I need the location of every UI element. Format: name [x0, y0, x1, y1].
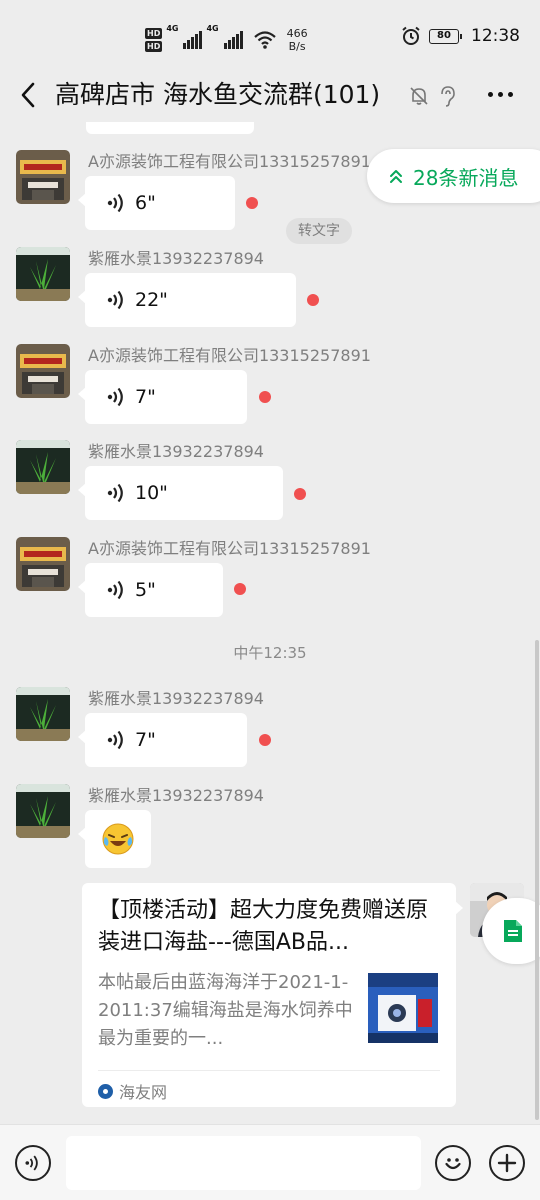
voice-wave-icon — [107, 580, 123, 600]
alarm-icon — [402, 26, 420, 45]
chat-header: 高碑店市 海水鱼交流群(101) — [0, 72, 540, 122]
chat-title: 高碑店市 海水鱼交流群(101) — [55, 80, 381, 109]
mute-bell-icon — [410, 87, 428, 105]
avatar[interactable] — [16, 687, 70, 741]
time-divider: 中午12:35 — [233, 644, 307, 662]
avatar[interactable] — [16, 784, 70, 838]
status-bar: HD HD 4G 4G 466 B/s 80 12:38 — [0, 0, 540, 76]
voice-message-bubble[interactable]: 6" — [78, 176, 235, 230]
hd-badge-1: HD — [145, 28, 163, 39]
input-bar — [0, 1124, 540, 1200]
avatar[interactable] — [16, 537, 70, 591]
signal-strength-icon-2 — [223, 31, 243, 49]
voice-wave-icon — [107, 730, 123, 750]
unread-dot — [234, 583, 246, 595]
source-name: 海友网 — [119, 1083, 168, 1102]
voice-wave-icon — [25, 1155, 38, 1171]
new-messages-button[interactable]: 28条新消息 — [367, 149, 540, 203]
scrollbar[interactable] — [535, 640, 539, 1120]
voice-input-button[interactable] — [15, 1145, 51, 1181]
earpiece-icon — [441, 86, 455, 107]
network-status: HD HD 4G 4G 466 B/s — [145, 24, 308, 56]
sender-name: A亦源装饰工程有限公司13315257891 — [88, 539, 371, 558]
partial-message-bubble — [86, 122, 254, 134]
unread-dot — [246, 197, 258, 209]
unread-dot — [259, 734, 271, 746]
emoji-button[interactable] — [435, 1145, 471, 1181]
source-logo-icon — [98, 1083, 113, 1099]
convert-to-text-button[interactable]: 转文字 — [286, 218, 352, 244]
signal-strength-icon-1 — [183, 31, 203, 49]
voice-wave-icon — [107, 290, 123, 310]
sender-name: 紫雁水景13932237894 — [88, 786, 264, 805]
sender-name: A亦源装饰工程有限公司13315257891 — [88, 152, 371, 171]
voice-message-bubble[interactable]: 5" — [78, 563, 223, 617]
sender-name: A亦源装饰工程有限公司13315257891 — [88, 346, 371, 365]
voice-message-bubble[interactable]: 22" — [78, 273, 296, 327]
back-arrow-icon[interactable] — [14, 80, 44, 110]
emoji-message-bubble[interactable] — [78, 810, 151, 868]
voice-duration: 7" — [135, 386, 156, 408]
voice-duration: 10" — [135, 482, 168, 504]
message-input[interactable] — [66, 1136, 421, 1190]
link-card[interactable]: 【顶楼活动】超大力度免费赠送原装进口海盐---德国AB品... 本帖最后由蓝海海… — [82, 883, 463, 1107]
voice-duration: 5" — [135, 579, 156, 601]
voice-message-bubble[interactable]: 10" — [78, 466, 283, 520]
message-list[interactable]: A亦源装饰工程有限公司13315257891 6" 转文字 紫雁水景139322… — [0, 122, 540, 1124]
avatar[interactable] — [16, 247, 70, 301]
sender-name: 紫雁水景13932237894 — [88, 442, 264, 461]
network-gen-2: 4G — [206, 24, 219, 33]
link-card-thumbnail — [368, 973, 438, 1043]
unread-dot — [294, 488, 306, 500]
voice-duration: 22" — [135, 289, 168, 311]
voice-duration: 6" — [135, 192, 156, 214]
plus-icon — [497, 1153, 517, 1173]
link-card-divider — [98, 1070, 440, 1071]
more-functions-button[interactable] — [489, 1145, 525, 1181]
link-card-source: 海友网 — [98, 1079, 167, 1103]
network-speed: 466 B/s — [286, 27, 308, 53]
battery-icon: 80 — [429, 28, 462, 44]
link-card-description: 本帖最后由蓝海海洋于2021-1-2011:37编辑海盐是海水饲养中最为重要的一… — [98, 972, 353, 1049]
unread-dot — [259, 391, 271, 403]
link-card-title: 【顶楼活动】超大力度免费赠送原装进口海盐---德国AB品... — [98, 898, 429, 955]
voice-message-bubble[interactable]: 7" — [78, 370, 247, 424]
clock: 12:38 — [471, 26, 520, 46]
avatar[interactable] — [16, 440, 70, 494]
laughing-crying-emoji-icon — [102, 823, 134, 855]
unread-dot — [307, 294, 319, 306]
voice-wave-icon — [107, 193, 123, 213]
voice-message-bubble[interactable]: 7" — [78, 713, 247, 767]
voice-duration: 7" — [135, 729, 156, 751]
sender-name: 紫雁水景13932237894 — [88, 249, 264, 268]
voice-wave-icon — [107, 387, 123, 407]
avatar[interactable] — [16, 344, 70, 398]
voice-wave-icon — [107, 483, 123, 503]
document-icon — [504, 920, 522, 942]
sender-name: 紫雁水景13932237894 — [88, 689, 264, 708]
floating-document-button[interactable] — [482, 898, 540, 964]
avatar[interactable] — [16, 150, 70, 204]
double-chevron-up-icon — [390, 170, 402, 183]
new-messages-label: 28条新消息 — [413, 165, 519, 190]
smiley-icon — [445, 1158, 461, 1170]
hd-badge-2: HD — [145, 41, 163, 52]
network-gen-1: 4G — [166, 24, 179, 33]
wifi-icon — [253, 31, 276, 49]
more-options-button[interactable] — [488, 92, 513, 97]
